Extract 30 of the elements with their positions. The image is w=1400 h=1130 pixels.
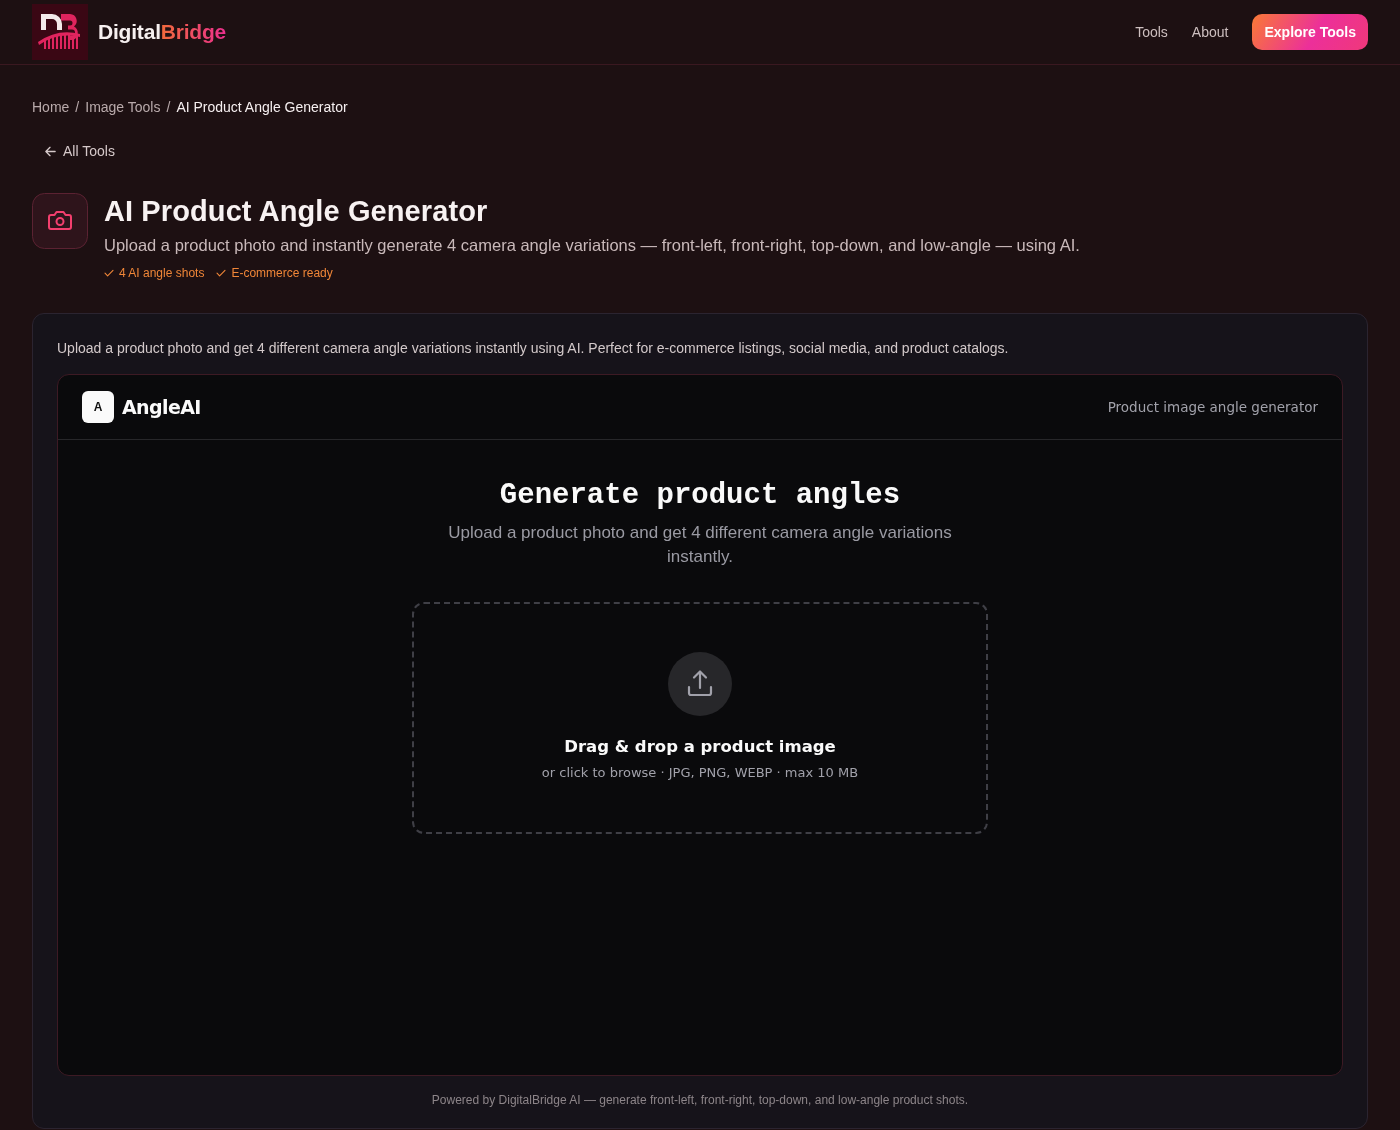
check-icon [104,268,114,278]
page-description: Upload a product photo and instantly generate 4 camera angle variations — front-left, front-right, top-down, and low-angle — using AI. [104,235,1080,256]
page-title: AI Product Angle Generator [104,194,489,229]
upload-dropzone[interactable]: Drag & drop a product image or click to browse · JPG, PNG, WEBP · max 10 MB [412,602,988,834]
arrow-left-icon [44,144,57,158]
app-name: AngleAI [122,396,201,418]
breadcrumb-separator: / [166,98,171,117]
brand-name[interactable]: DigitalBridge [98,20,227,44]
tool-intro: Upload a product photo and get 4 different camera angle variations instantly using AI. Perfect for e-commerce listings, social media, and product catalogs. [57,339,1010,358]
breadcrumb-separator: / [75,98,80,117]
feature-label: 4 AI angle shots [119,265,205,281]
dropzone-title: Drag & drop a product image [564,736,836,758]
section-heading: Generate product angles [499,478,901,514]
breadcrumb-link[interactable]: Image Tools [85,97,161,117]
feature-label: E-commerce ready [231,265,333,281]
footer-note: Powered by DigitalBridge AI — generate front-left, front-right, top-down, and low-angle product shots. [430,1092,970,1108]
nav-link[interactable]: Tools [1135,24,1168,40]
app-logo: A [82,391,114,423]
app-tagline: Product image angle generator [1107,399,1318,415]
back-link[interactable]: All Tools [32,135,127,167]
logo-icon[interactable] [32,4,88,60]
upload-icon [668,652,732,716]
nav-link[interactable]: About [1191,24,1229,40]
check-icon [216,268,227,278]
breadcrumb-link[interactable]: Home [32,97,70,117]
dropzone-hint: or click to browse · JPG, PNG, WEBP · max 10 MB [541,764,859,782]
explore-tools-button[interactable]: Explore Tools [1252,14,1368,50]
breadcrumb-current: AI Product Angle Generator [176,98,348,117]
camera-icon [32,193,88,249]
section-subheading: Upload a product photo and get 4 different camera angle variations instantly. [447,522,953,568]
